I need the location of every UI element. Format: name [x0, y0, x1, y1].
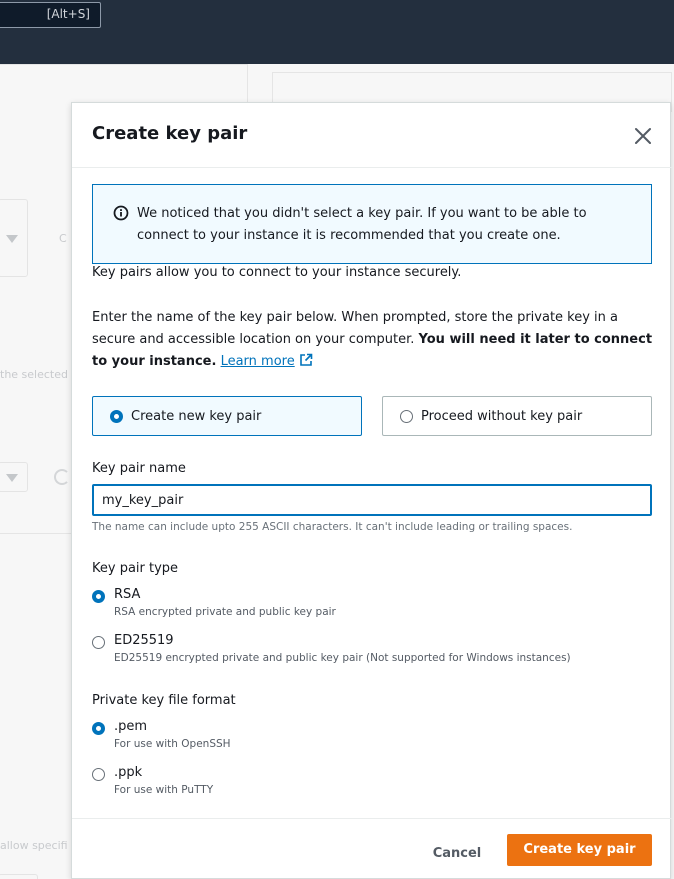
close-icon [635, 128, 651, 144]
background-dropdown-arrow-icon [6, 474, 18, 482]
ppk-description: For use with PuTTY [114, 784, 214, 796]
background-text: C [59, 232, 67, 245]
ppk-radio[interactable] [92, 768, 105, 781]
proceed-without-radio[interactable] [400, 410, 413, 423]
create-key-pair-button[interactable]: Create key pair [507, 834, 652, 866]
learn-more-link[interactable]: Learn more [221, 354, 295, 369]
cancel-button[interactable]: Cancel [417, 839, 497, 869]
info-message: We noticed that you didn't select a key … [137, 206, 587, 243]
background-input [0, 874, 38, 879]
pem-description: For use with OpenSSH [114, 738, 231, 750]
ed25519-radio[interactable] [92, 636, 105, 649]
modal-header: Create key pair [72, 103, 672, 168]
rsa-description: RSA encrypted private and public key pai… [114, 606, 336, 618]
info-icon [113, 205, 129, 221]
top-navigation-bar: [Alt+S] [0, 0, 674, 64]
close-button[interactable] [632, 125, 654, 147]
create-new-label: Create new key pair [131, 409, 262, 424]
create-new-key-pair-tile[interactable]: Create new key pair [92, 396, 362, 436]
description-intro: Key pairs allow you to connect to your i… [92, 265, 462, 280]
key-pair-name-label: Key pair name [92, 461, 186, 476]
background-refresh-icon [54, 469, 70, 485]
create-new-radio[interactable] [110, 410, 123, 423]
rsa-radio[interactable] [92, 590, 105, 603]
external-link-icon [299, 353, 313, 366]
description-instructions: Enter the name of the key pair below. Wh… [92, 307, 657, 373]
modal-footer: Cancel Create key pair [72, 818, 672, 879]
pem-radio[interactable] [92, 722, 105, 735]
rsa-label: RSA [114, 587, 141, 602]
proceed-without-key-pair-tile[interactable]: Proceed without key pair [382, 396, 652, 436]
modal-title: Create key pair [92, 123, 248, 144]
info-alert: We noticed that you didn't select a key … [92, 184, 652, 264]
background-text: allow specifi [0, 839, 68, 852]
background-dropdown-arrow-icon [6, 235, 18, 243]
key-pair-name-input[interactable] [92, 484, 652, 516]
create-key-pair-modal: Create key pair We noticed that you didn… [71, 102, 672, 879]
search-shortcut-hint: [Alt+S] [46, 7, 90, 21]
key-pair-type-label: Key pair type [92, 561, 179, 576]
key-pair-name-hint: The name can include upto 255 ASCII char… [92, 521, 573, 533]
pem-label: .pem [114, 719, 148, 734]
private-key-format-label: Private key file format [92, 693, 236, 708]
ppk-label: .ppk [114, 765, 143, 780]
ed25519-description: ED25519 encrypted private and public key… [114, 652, 571, 664]
background-text: the selected [0, 368, 68, 381]
search-box[interactable]: [Alt+S] [0, 2, 101, 28]
proceed-without-label: Proceed without key pair [421, 409, 583, 424]
ed25519-label: ED25519 [114, 633, 174, 648]
